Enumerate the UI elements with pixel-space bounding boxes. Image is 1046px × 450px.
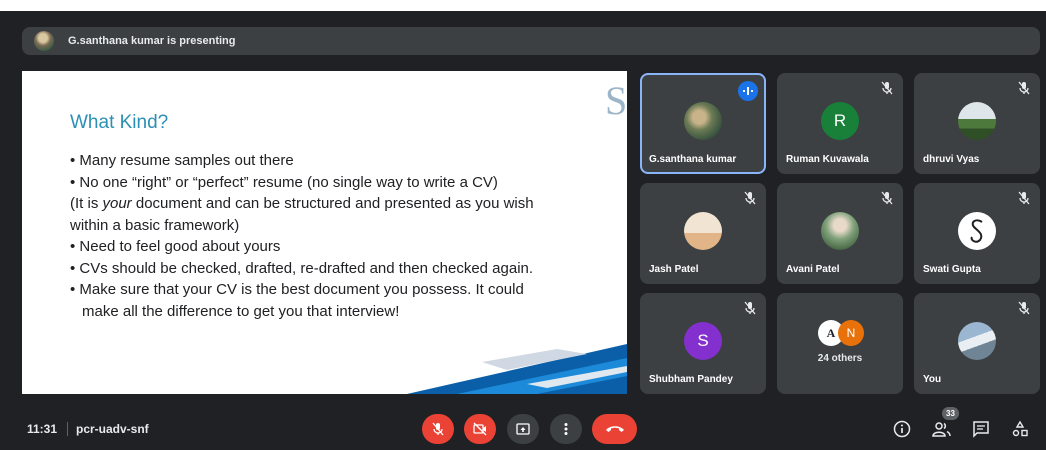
mic-off-icon (1018, 191, 1030, 205)
people-button[interactable] (931, 418, 953, 440)
others-count: 24 others (817, 353, 863, 364)
slide-line: within a basic framework) (70, 216, 240, 234)
presentation-slide[interactable]: S What Kind? Many resume samples out the… (22, 71, 627, 394)
participant-tile[interactable]: Avani Patel (777, 183, 903, 284)
chat-icon (973, 421, 989, 438)
presenting-text: G.santhana kumar is presenting (68, 35, 236, 47)
meeting-code: pcr-uadv-snf (76, 422, 149, 436)
mic-off-icon (432, 422, 444, 436)
avatar: R (821, 101, 859, 140)
slide-line: make all the difference to get you that … (82, 302, 400, 320)
presenting-banner: G.santhana kumar is presenting (22, 27, 1040, 55)
window-top-edge (0, 0, 1046, 11)
bottom-toolbar: 11:31 pcr-uadv-snf (0, 410, 1046, 450)
mic-off-icon (744, 301, 756, 315)
mic-toggle-button[interactable] (422, 414, 454, 444)
avatar (684, 101, 722, 140)
participant-tile[interactable]: dhruvi Vyas (914, 73, 1040, 174)
participant-tile[interactable]: Swati Gupta (914, 183, 1040, 284)
avatar (684, 211, 722, 250)
activities-icon (1012, 420, 1028, 437)
presenter-avatar (34, 31, 54, 51)
participant-name: Avani Patel (786, 264, 840, 275)
call-end-icon (605, 426, 624, 432)
participant-name: Shubham Pandey (649, 374, 733, 385)
participant-name: G.santhana kumar (649, 154, 737, 165)
participant-tile[interactable]: G.santhana kumar (640, 73, 766, 174)
meeting-time: 11:31 (27, 422, 58, 436)
activities-button[interactable] (1009, 418, 1031, 440)
people-icon (932, 422, 951, 437)
avatar (958, 321, 996, 360)
camera-off-icon (473, 422, 487, 436)
slide-decoration (407, 344, 627, 394)
participant-name: Swati Gupta (923, 264, 981, 275)
mic-off-icon (1018, 301, 1030, 315)
slide-line: CVs should be checked, drafted, re-draft… (70, 258, 627, 280)
participant-tile[interactable]: Jash Patel (640, 183, 766, 284)
avatar (821, 211, 859, 250)
mic-off-icon (881, 191, 893, 205)
participant-name: Ruman Kuvawala (786, 154, 869, 165)
avatar (958, 101, 996, 140)
slide-line: Need to feel good about yours (70, 236, 627, 258)
slide-line: (It is your document and can be structur… (70, 195, 534, 212)
participant-tile[interactable]: R Ruman Kuvawala (777, 73, 903, 174)
participant-name: dhruvi Vyas (923, 154, 980, 165)
info-icon (893, 420, 911, 438)
slide-line: Many resume samples out there (70, 150, 627, 172)
participant-tile-self[interactable]: You (914, 293, 1040, 394)
avatar: N (838, 320, 864, 346)
slide-line: No one “right” or “perfect” resume (no s… (70, 172, 627, 194)
mic-off-icon (881, 81, 893, 95)
avatar (958, 211, 996, 250)
more-vert-icon (564, 423, 568, 435)
speaking-indicator-icon (738, 81, 758, 101)
chat-button[interactable] (970, 418, 992, 440)
people-count-badge: 33 (942, 407, 959, 420)
others-tile[interactable]: A N 24 others (777, 293, 903, 394)
slide-line: Make sure that your CV is the best docum… (70, 279, 627, 301)
camera-toggle-button[interactable] (464, 414, 496, 444)
slide-title: What Kind? (70, 112, 169, 133)
participant-name: You (923, 374, 942, 385)
leave-call-button[interactable] (592, 414, 637, 444)
slide-content: Many resume samples out there No one “ri… (70, 150, 627, 322)
divider (67, 422, 68, 436)
present-icon (516, 423, 530, 435)
meeting-details-button[interactable] (891, 418, 913, 440)
participant-tile[interactable]: S Shubham Pandey (640, 293, 766, 394)
others-avatars: A N (818, 320, 864, 346)
participant-name: Jash Patel (649, 264, 699, 275)
avatar: S (684, 321, 722, 360)
present-now-button[interactable] (507, 414, 539, 444)
more-options-button[interactable] (550, 414, 582, 444)
mic-off-icon (1018, 81, 1030, 95)
mic-off-icon (744, 191, 756, 205)
slide-logo: S (605, 79, 627, 123)
